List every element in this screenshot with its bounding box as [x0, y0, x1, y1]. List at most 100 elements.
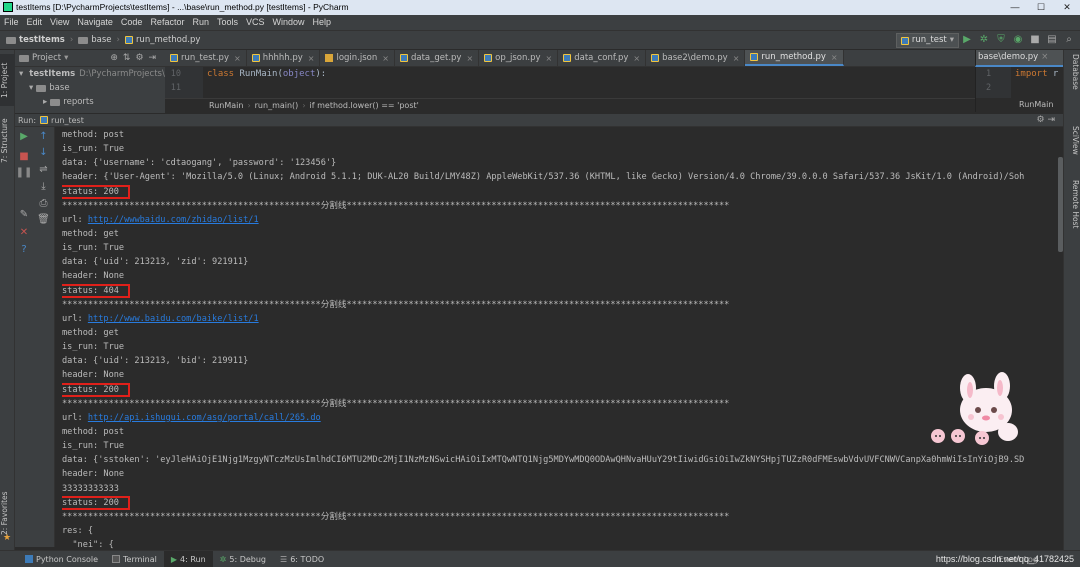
gear-icon[interactable]: ⚙ — [135, 53, 143, 63]
menu-refactor[interactable]: Refactor — [146, 15, 188, 30]
right-editor-gutter: 1 2 — [975, 67, 1011, 98]
close-run-icon[interactable]: ✕ — [15, 227, 33, 239]
tab-base2-demo[interactable]: base2\demo.py × — [646, 50, 746, 66]
stop-icon[interactable]: ■ — [1030, 34, 1040, 46]
tab-op-json[interactable]: op_json.py × — [479, 50, 559, 66]
close-window-button[interactable]: ✕ — [1054, 0, 1080, 15]
run-tab[interactable]: ▶ 4: Run — [163, 550, 213, 567]
tree-item-base[interactable]: ▾ base — [15, 81, 165, 95]
console-line: method: post — [62, 426, 125, 437]
breadcrumb-project[interactable]: testItems — [0, 35, 68, 45]
close-icon[interactable]: × — [733, 54, 740, 63]
coverage-icon[interactable]: ⛨ — [996, 34, 1006, 46]
console-line: "nei": { — [62, 540, 114, 550]
close-icon[interactable]: × — [466, 54, 473, 63]
database-tool-tab[interactable]: Database — [1066, 54, 1080, 106]
pause-icon[interactable]: ❚❚ — [15, 167, 33, 179]
line-number: 2 — [986, 83, 992, 93]
run-icon[interactable]: ▶ — [962, 34, 972, 46]
scroll-to-end-icon[interactable]: ⤓ — [33, 181, 54, 193]
trash-icon[interactable]: 🗑 — [33, 214, 54, 226]
scrollbar-thumb[interactable] — [1058, 157, 1063, 252]
close-icon[interactable]: × — [234, 54, 241, 63]
tab-right-demo[interactable]: base\demo.py × — [975, 50, 1063, 67]
menu-file[interactable]: File — [0, 15, 23, 30]
tab-label: Terminal — [123, 554, 157, 564]
sciview-tool-tab[interactable]: SciView — [1066, 126, 1080, 176]
menu-window[interactable]: Window — [269, 15, 309, 30]
debug-icon[interactable]: ✲ — [979, 34, 989, 46]
breadcrumb-function[interactable]: run_main() — [255, 101, 299, 110]
folder-icon — [6, 36, 16, 44]
menu-navigate[interactable]: Navigate — [73, 15, 117, 30]
terminal-tab[interactable]: Terminal — [105, 551, 164, 567]
code-text: r — [1047, 69, 1059, 79]
close-icon[interactable]: × — [382, 54, 389, 63]
todo-tab[interactable]: ☰ 6: TODO — [273, 551, 331, 567]
console-scrollbar[interactable] — [1058, 127, 1063, 550]
stop-icon[interactable]: ■ — [15, 151, 33, 163]
right-code-editor[interactable]: import r — [1011, 67, 1063, 98]
menu-vcs[interactable]: VCS — [242, 15, 269, 30]
tree-item-reports[interactable]: ▸ reports — [15, 95, 165, 109]
favorites-tool-tab[interactable]: 2: Favorites — [0, 488, 15, 538]
menu-edit[interactable]: Edit — [23, 15, 47, 30]
gear-icon[interactable]: ⚙ ⇥ — [1037, 115, 1055, 125]
chevron-down-icon[interactable]: ▾ — [64, 53, 68, 63]
menu-tools[interactable]: Tools — [213, 15, 242, 30]
tree-item-root[interactable]: ▾ testItems D:\PycharmProjects\testItems — [15, 67, 165, 81]
target-icon[interactable]: ⊕ — [110, 53, 118, 63]
rerun-icon[interactable]: ▶ — [15, 131, 33, 143]
tab-login-json[interactable]: login.json × — [320, 50, 395, 66]
tab-run-test[interactable]: run_test.py × — [165, 50, 247, 66]
pin-icon[interactable]: ✎ — [15, 209, 33, 221]
breadcrumb-condition[interactable]: if method.lower() == 'post' — [310, 101, 419, 110]
arrow-up-icon[interactable]: ↑ — [33, 131, 54, 143]
soft-wrap-icon[interactable]: ⇌ — [33, 164, 54, 176]
chevron-down-icon: ▾ — [949, 35, 954, 45]
console-url-link[interactable]: http://wwwbaidu.com/zhidao/list/1 — [88, 215, 259, 225]
menu-code[interactable]: Code — [117, 15, 147, 30]
breadcrumb-class[interactable]: RunMain — [209, 101, 243, 110]
breadcrumb-file[interactable]: run_method.py — [122, 35, 203, 45]
tab-data-get[interactable]: data_get.py × — [395, 50, 480, 66]
minimize-button[interactable]: — — [1002, 0, 1028, 15]
code-class-name: RunMain — [239, 69, 278, 79]
tab-data-conf[interactable]: data_conf.py × — [558, 50, 647, 66]
maximize-button[interactable]: ☐ — [1028, 0, 1054, 15]
profile-icon[interactable]: ◉ — [1013, 34, 1023, 46]
structure-tool-tab[interactable]: 7: Structure — [0, 112, 15, 170]
menu-view[interactable]: View — [46, 15, 73, 30]
python-console-tab[interactable]: Python Console — [18, 551, 105, 567]
close-icon[interactable]: × — [546, 54, 553, 63]
project-tool-tab[interactable]: 1: Project — [0, 54, 15, 106]
tab-run-method[interactable]: run_method.py × — [745, 50, 844, 66]
close-icon[interactable]: × — [1041, 52, 1048, 62]
project-panel-title[interactable]: Project — [32, 53, 61, 63]
close-icon[interactable]: × — [831, 53, 838, 62]
menu-run[interactable]: Run — [188, 15, 213, 30]
run-config-tab[interactable]: run_test — [51, 116, 84, 125]
breadcrumb-base[interactable]: base — [75, 35, 114, 45]
project-structure-icon[interactable]: ▤ — [1047, 34, 1057, 46]
code-editor[interactable]: class RunMain(object): — [203, 67, 975, 98]
right-editor-breadcrumb[interactable]: RunMain — [975, 98, 1063, 112]
print-icon[interactable]: ⎙ — [33, 198, 54, 210]
run-config-selector[interactable]: run_test ▾ — [895, 33, 959, 48]
hide-icon[interactable]: ⇥ — [149, 53, 157, 63]
close-icon[interactable]: × — [633, 54, 640, 63]
python-file-icon — [40, 116, 49, 124]
arrow-down-icon[interactable]: ↓ — [33, 147, 54, 159]
tab-hhhhh[interactable]: hhhhh.py × — [247, 50, 321, 66]
debug-tab[interactable]: ✲ 5: Debug — [213, 551, 273, 567]
console-url-link[interactable]: http://api.ishugui.com/asg/portal/call/2… — [88, 413, 321, 423]
help-icon[interactable]: ? — [15, 244, 33, 256]
console-output[interactable]: method: post is_run: True data: {'username… — [55, 127, 1058, 550]
console-url-link[interactable]: http://www.baidu.com/baike/list/1 — [88, 314, 259, 324]
remote-host-tool-tab[interactable]: Remote Host — [1066, 180, 1080, 240]
watermark-text: https://blog.csdn.net/qq_41782425 — [935, 554, 1074, 564]
search-icon[interactable]: ⌕ — [1064, 34, 1074, 46]
menu-help[interactable]: Help — [309, 15, 336, 30]
close-icon[interactable]: × — [308, 54, 315, 63]
collapse-icon[interactable]: ⇅ — [123, 53, 131, 63]
